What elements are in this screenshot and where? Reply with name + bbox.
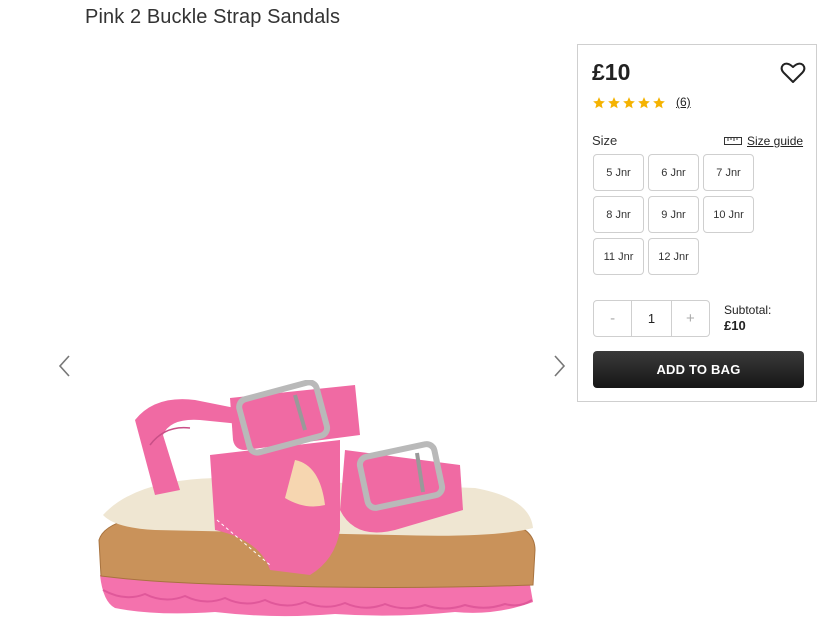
next-image-button[interactable]	[548, 352, 570, 380]
quantity-stepper: - 1 +	[593, 300, 710, 337]
size-option[interactable]: 10 Jnr	[703, 196, 754, 233]
size-option[interactable]: 7 Jnr	[703, 154, 754, 191]
purchase-panel: £10 (6) Size Size guide 5 Jnr 6 Jnr 7 Jn…	[577, 44, 817, 402]
star-icon	[593, 97, 605, 109]
star-icon	[653, 97, 665, 109]
review-count-link[interactable]: (6)	[676, 95, 691, 109]
star-icon	[608, 97, 620, 109]
subtotal-value: £10	[724, 318, 746, 333]
size-guide-label: Size guide	[747, 134, 804, 148]
rating-stars	[592, 96, 666, 110]
size-option[interactable]: 12 Jnr	[648, 238, 699, 275]
ruler-icon	[724, 137, 742, 145]
size-guide-link[interactable]: Size guide	[724, 134, 803, 148]
heart-icon	[780, 62, 806, 83]
star-icon	[638, 97, 650, 109]
size-option[interactable]: 5 Jnr	[593, 154, 644, 191]
size-option[interactable]: 11 Jnr	[593, 238, 644, 275]
quantity-decrease-button[interactable]: -	[594, 301, 631, 336]
size-option[interactable]: 8 Jnr	[593, 196, 644, 233]
size-option[interactable]: 6 Jnr	[648, 154, 699, 191]
add-to-bag-button[interactable]: ADD TO BAG	[593, 351, 804, 388]
size-options: 5 Jnr 6 Jnr 7 Jnr 8 Jnr 9 Jnr 10 Jnr 11 …	[593, 154, 768, 275]
size-label: Size	[592, 133, 618, 148]
product-title: Pink 2 Buckle Strap Sandals	[85, 6, 341, 28]
chevron-right-icon	[554, 355, 566, 377]
sandal-image	[95, 379, 540, 619]
subtotal-label: Subtotal:	[724, 303, 772, 317]
star-icon	[623, 97, 635, 109]
chevron-left-icon	[58, 355, 70, 377]
size-option[interactable]: 9 Jnr	[648, 196, 699, 233]
previous-image-button[interactable]	[54, 352, 76, 380]
wishlist-button[interactable]	[780, 61, 806, 85]
quantity-input[interactable]: 1	[631, 301, 672, 336]
subtotal: Subtotal: £10	[724, 302, 771, 334]
price: £10	[592, 59, 631, 85]
quantity-increase-button[interactable]: +	[672, 301, 709, 336]
